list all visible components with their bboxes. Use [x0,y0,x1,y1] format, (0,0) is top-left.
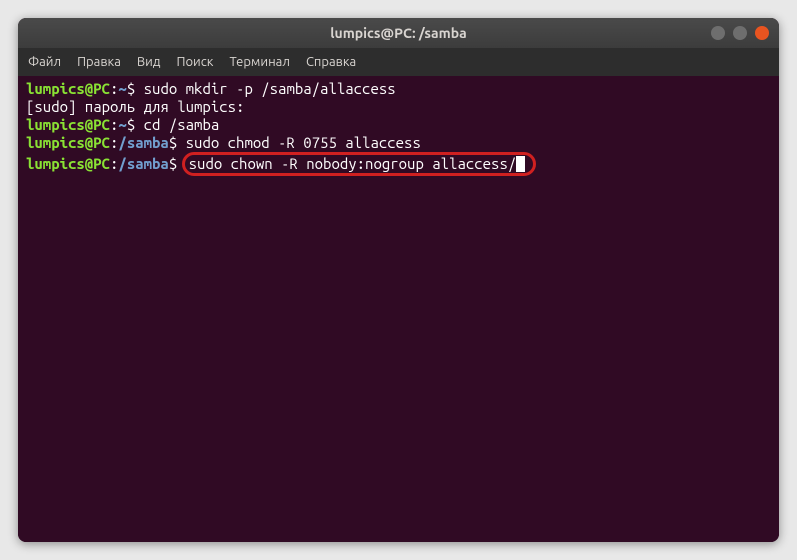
menu-view[interactable]: Вид [137,55,161,69]
prompt-symbol: $ [169,155,177,172]
prompt-user: lumpics@PC [26,116,110,133]
terminal-line: lumpics@PC:~$ cd /samba [26,116,771,134]
cursor-icon [516,156,525,172]
window-controls [711,26,769,40]
terminal-body[interactable]: lumpics@PC:~$ sudo mkdir -p /samba/allac… [18,76,779,542]
prompt-symbol: $ [127,80,135,97]
prompt-path: /samba [118,155,168,172]
titlebar: lumpics@PC: /samba [18,18,779,48]
prompt-symbol: $ [127,116,135,133]
close-button[interactable] [755,26,769,40]
menu-terminal[interactable]: Терминал [229,55,289,69]
command-text: cd /samba [144,116,220,133]
terminal-line: lumpics@PC:/samba$ sudo chmod -R 0755 al… [26,134,771,152]
highlight-annotation: sudo chown -R nobody:nogroup allaccess/ [182,152,537,176]
prompt-path: ~ [118,116,126,133]
window-title: lumpics@PC: /samba [330,25,466,41]
prompt-user: lumpics@PC [26,80,110,97]
minimize-button[interactable] [711,26,725,40]
terminal-output: [sudo] пароль для lumpics: [26,98,771,116]
maximize-button[interactable] [733,26,747,40]
prompt-user: lumpics@PC [26,134,110,151]
command-text: sudo chmod -R 0755 allaccess [186,134,421,151]
terminal-line: lumpics@PC:~$ sudo mkdir -p /samba/allac… [26,80,771,98]
command-text: sudo mkdir -p /samba/allaccess [144,80,396,97]
prompt-user: lumpics@PC [26,155,110,172]
menu-search[interactable]: Поиск [176,55,213,69]
command-text: sudo chown -R nobody:nogroup allaccess/ [189,155,517,172]
prompt-path: ~ [118,80,126,97]
menu-help[interactable]: Справка [306,55,356,69]
menubar: Файл Правка Вид Поиск Терминал Справка [18,48,779,76]
menu-file[interactable]: Файл [28,55,61,69]
prompt-path: /samba [118,134,168,151]
prompt-symbol: $ [169,134,177,151]
menu-edit[interactable]: Правка [77,55,121,69]
terminal-line: lumpics@PC:/samba$ sudo chown -R nobody:… [26,152,771,176]
terminal-window: lumpics@PC: /samba Файл Правка Вид Поиск… [18,18,779,542]
